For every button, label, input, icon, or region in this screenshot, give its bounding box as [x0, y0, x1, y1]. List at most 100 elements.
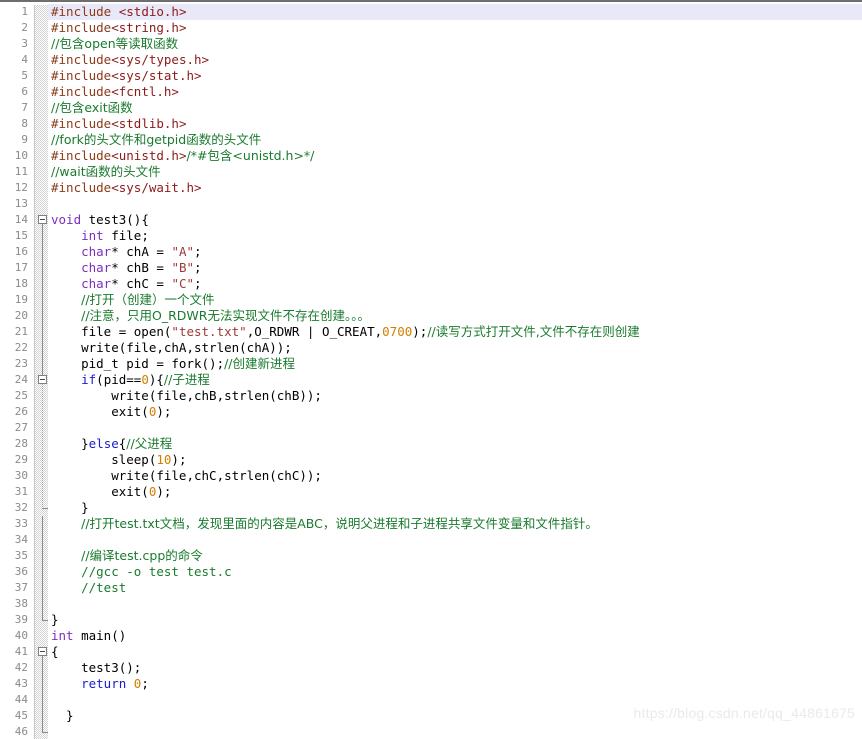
fold-margin[interactable] [35, 20, 48, 36]
code-text[interactable]: #include<stdlib.h> [48, 116, 862, 132]
code-text[interactable]: write(file,chB,strlen(chB)); [48, 388, 862, 404]
code-line[interactable]: 28 }else{//父进程 [0, 436, 862, 452]
code-line[interactable]: 11 //wait函数的头文件 [0, 164, 862, 180]
code-line[interactable]: 25 write(file,chB,strlen(chB)); [0, 388, 862, 404]
code-line[interactable]: 37 //test [0, 580, 862, 596]
code-line[interactable]: 9 //fork的头文件和getpid函数的头文件 [0, 132, 862, 148]
code-line[interactable]: 17 char* chB = "B"; [0, 260, 862, 276]
code-text[interactable]: write(file,chA,strlen(chA)); [48, 340, 862, 356]
fold-margin[interactable] [35, 52, 48, 68]
fold-margin[interactable] [35, 116, 48, 132]
code-line[interactable]: 30 write(file,chC,strlen(chC)); [0, 468, 862, 484]
code-text[interactable]: //编译test.cpp的命令 [48, 548, 862, 564]
code-line[interactable]: 4 #include<sys/types.h> [0, 52, 862, 68]
fold-margin[interactable] [35, 196, 48, 212]
code-text[interactable]: exit(0); [48, 484, 862, 500]
code-text[interactable]: //wait函数的头文件 [48, 164, 862, 180]
code-line[interactable]: 20 //注意，只用O_RDWR无法实现文件不存在创建。。。 [0, 308, 862, 324]
code-line[interactable]: 3 //包含open等读取函数 [0, 36, 862, 52]
code-line[interactable]: 46 [0, 724, 862, 739]
code-line[interactable]: 42 test3(); [0, 660, 862, 676]
code-line[interactable]: 43 return 0; [0, 676, 862, 692]
code-line[interactable]: 31 exit(0); [0, 484, 862, 500]
code-line[interactable]: 7 //包含exit函数 [0, 100, 862, 116]
code-text[interactable]: } [48, 612, 862, 628]
code-line[interactable]: 5 #include<sys/stat.h> [0, 68, 862, 84]
code-text[interactable]: char* chA = "A"; [48, 244, 862, 260]
fold-margin[interactable] [35, 628, 48, 644]
code-text[interactable]: }else{//父进程 [48, 436, 862, 452]
code-text[interactable]: #include<fcntl.h> [48, 84, 862, 100]
fold-margin[interactable] [35, 4, 48, 20]
code-text[interactable]: #include<sys/types.h> [48, 52, 862, 68]
code-line[interactable]: 19 //打开（创建）一个文件 [0, 292, 862, 308]
code-line[interactable]: 24 if(pid==0){//子进程 [0, 372, 862, 388]
fold-collapse-icon[interactable] [38, 375, 47, 384]
fold-collapse-icon[interactable] [38, 215, 47, 224]
code-text[interactable]: //包含exit函数 [48, 100, 862, 116]
code-text[interactable]: file = open("test.txt",O_RDWR | O_CREAT,… [48, 324, 862, 340]
code-text[interactable]: } [48, 500, 862, 516]
code-text[interactable] [48, 532, 862, 548]
code-text[interactable] [48, 724, 862, 739]
code-line[interactable]: 22 write(file,chA,strlen(chA)); [0, 340, 862, 356]
fold-margin[interactable] [35, 100, 48, 116]
code-line[interactable]: 34 [0, 532, 862, 548]
code-text[interactable]: //fork的头文件和getpid函数的头文件 [48, 132, 862, 148]
code-text[interactable]: //打开（创建）一个文件 [48, 292, 862, 308]
code-line[interactable]: 40 int main() [0, 628, 862, 644]
code-line[interactable]: 15 int file; [0, 228, 862, 244]
code-text[interactable]: #include<unistd.h>/*#包含<unistd.h>*/ [48, 148, 862, 164]
code-line[interactable]: 16 char* chA = "A"; [0, 244, 862, 260]
code-text[interactable]: //注意，只用O_RDWR无法实现文件不存在创建。。。 [48, 308, 862, 324]
code-text[interactable]: if(pid==0){//子进程 [48, 372, 862, 388]
code-line[interactable]: 38 [0, 596, 862, 612]
fold-margin[interactable] [35, 148, 48, 164]
code-text[interactable]: //包含open等读取函数 [48, 36, 862, 52]
code-text[interactable] [48, 196, 862, 212]
fold-margin[interactable] [35, 84, 48, 100]
code-line[interactable]: 23 pid_t pid = fork();//创建新进程 [0, 356, 862, 372]
code-text[interactable]: pid_t pid = fork();//创建新进程 [48, 356, 862, 372]
code-text[interactable]: { [48, 644, 862, 660]
code-line[interactable]: 21 file = open("test.txt",O_RDWR | O_CRE… [0, 324, 862, 340]
code-line[interactable]: 41 { [0, 644, 862, 660]
code-text[interactable]: void test3(){ [48, 212, 862, 228]
code-text[interactable]: write(file,chC,strlen(chC)); [48, 468, 862, 484]
code-line[interactable]: 1 #include <stdio.h> [0, 4, 862, 20]
code-line[interactable]: 26 exit(0); [0, 404, 862, 420]
code-line[interactable]: 39} [0, 612, 862, 628]
fold-margin[interactable] [35, 36, 48, 52]
code-editor[interactable]: 1 #include <stdio.h> 2 #include<string.h> 3/… [0, 0, 862, 739]
code-text[interactable] [48, 420, 862, 436]
code-line[interactable]: 18 char* chC = "C"; [0, 276, 862, 292]
code-text[interactable]: #include<string.h> [48, 20, 862, 36]
code-text[interactable]: #include <stdio.h> [48, 4, 862, 20]
code-text[interactable]: #include<sys/stat.h> [48, 68, 862, 84]
code-text[interactable]: exit(0); [48, 404, 862, 420]
code-text[interactable]: //gcc -o test test.c [48, 564, 862, 580]
code-line[interactable]: 2 #include<string.h> [0, 20, 862, 36]
code-line[interactable]: 12 #include<sys/wait.h> [0, 180, 862, 196]
code-text[interactable]: //test [48, 580, 862, 596]
code-text[interactable]: //打开test.txt文档，发现里面的内容是ABC，说明父进程和子进程共享文件… [48, 516, 862, 532]
code-text[interactable]: int file; [48, 228, 862, 244]
code-text[interactable]: char* chB = "B"; [48, 260, 862, 276]
fold-margin[interactable] [35, 180, 48, 196]
fold-margin[interactable] [35, 164, 48, 180]
code-text[interactable]: sleep(10); [48, 452, 862, 468]
code-text[interactable]: char* chC = "C"; [48, 276, 862, 292]
code-line[interactable]: 36 //gcc -o test test.c [0, 564, 862, 580]
code-text[interactable]: int main() [48, 628, 862, 644]
fold-margin[interactable] [35, 68, 48, 84]
code-line[interactable]: 8 #include<stdlib.h> [0, 116, 862, 132]
code-text[interactable]: #include<sys/wait.h> [48, 180, 862, 196]
code-line[interactable]: 10 #include<unistd.h>/*#包含<unistd.h>*/ [0, 148, 862, 164]
code-text[interactable] [48, 596, 862, 612]
code-text[interactable]: return 0; [48, 676, 862, 692]
code-line[interactable]: 13 [0, 196, 862, 212]
code-line[interactable]: 6 #include<fcntl.h> [0, 84, 862, 100]
fold-collapse-icon[interactable] [38, 647, 47, 656]
code-text[interactable]: test3(); [48, 660, 862, 676]
code-line[interactable]: 27 [0, 420, 862, 436]
